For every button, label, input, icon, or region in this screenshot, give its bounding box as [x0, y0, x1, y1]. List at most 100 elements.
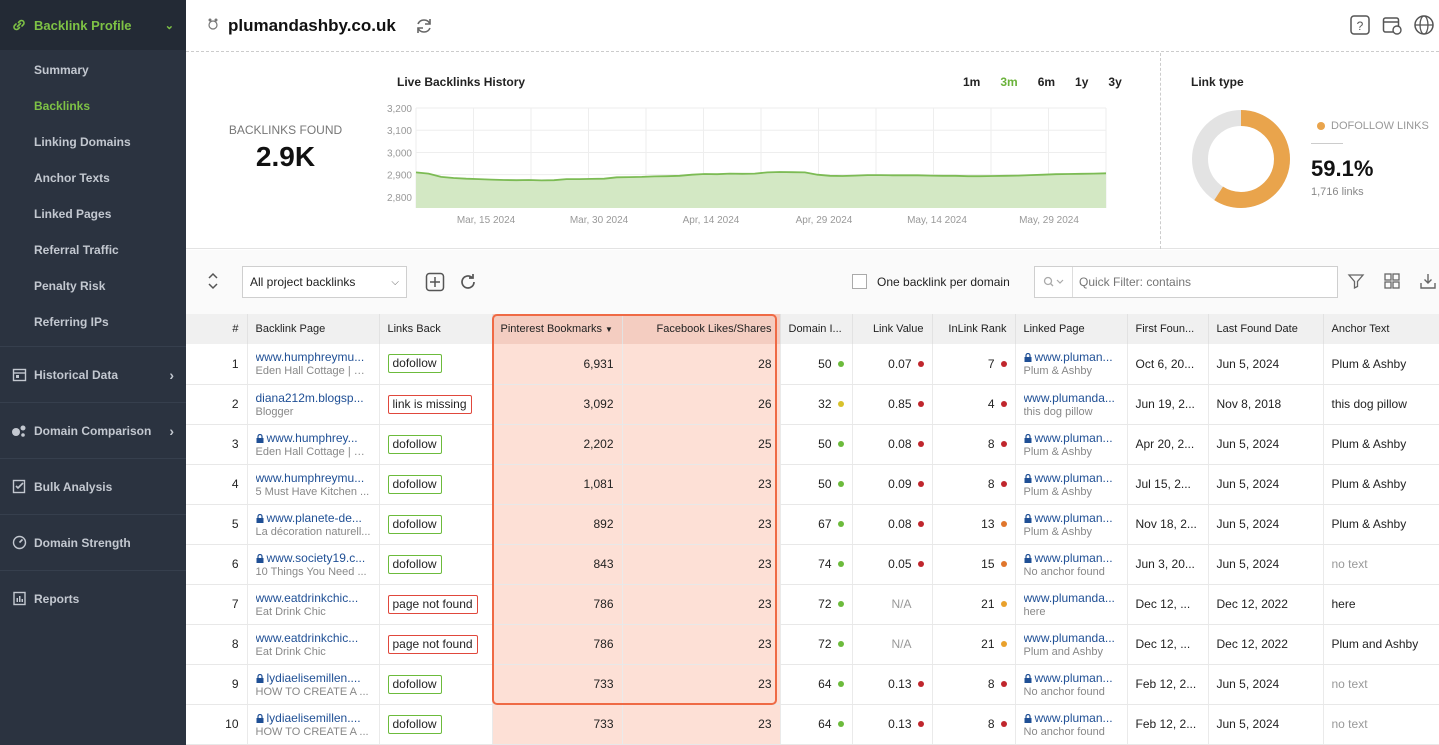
- backlink-page-link[interactable]: www.humphreymu...: [256, 350, 371, 364]
- cell-domain-inlink: 50: [780, 344, 853, 385]
- column-header-last-found[interactable]: Last Found Date: [1208, 314, 1324, 344]
- sidebar-group-bulk-analysis[interactable]: Bulk Analysis: [0, 458, 186, 514]
- linked-page-link[interactable]: www.pluman...: [1024, 431, 1119, 445]
- schedule-icon[interactable]: [1381, 14, 1403, 39]
- backlink-filter-select[interactable]: All project backlinks ⌵: [242, 266, 407, 298]
- column-header-backlink-page[interactable]: Backlink Page: [247, 314, 380, 344]
- backlink-page-link[interactable]: lydiaelisemillen....: [256, 711, 371, 725]
- backlinks-table: # Backlink Page Links Back Pinterest Boo…: [186, 314, 1439, 745]
- help-icon[interactable]: ?: [1349, 14, 1371, 39]
- sidebar-item-referring-ips[interactable]: Referring IPs: [0, 304, 186, 340]
- link-value: 0.85: [888, 397, 912, 411]
- sidebar-group-domain-strength[interactable]: Domain Strength: [0, 514, 186, 570]
- search-icon[interactable]: [1035, 267, 1073, 297]
- range-1y[interactable]: 1y: [1075, 75, 1088, 89]
- column-header-linked-page[interactable]: Linked Page: [1015, 314, 1128, 344]
- table-row[interactable]: 5 www.planete-de... La décoration naturell…: [186, 504, 1439, 545]
- link-value: 0.13: [888, 677, 912, 691]
- cell-facebook-likes: 23: [622, 504, 781, 545]
- sidebar-item-summary[interactable]: Summary: [0, 52, 186, 88]
- table-row[interactable]: 1 www.humphreymu... Eden Hall Cottage | N.…: [186, 344, 1439, 385]
- cell-link-value: 0.85: [852, 384, 933, 425]
- refresh-icon[interactable]: [414, 16, 434, 36]
- sidebar-group-historical-data[interactable]: Historical Data ›: [0, 346, 186, 402]
- linked-page-link[interactable]: www.pluman...: [1024, 671, 1119, 685]
- table-row[interactable]: 3 www.humphrey... Eden Hall Cottage | N...…: [186, 424, 1439, 465]
- inlink-rank-value: 8: [987, 717, 995, 731]
- linked-page-link[interactable]: www.pluman...: [1024, 471, 1119, 485]
- globe-icon[interactable]: [1413, 14, 1435, 39]
- cell-facebook-likes: 25: [622, 424, 781, 465]
- linked-page-link[interactable]: www.pluman...: [1024, 511, 1119, 525]
- column-header-pinterest-bookmarks[interactable]: Pinterest Bookmarks ▼: [492, 314, 623, 344]
- sidebar-item-linking-domains[interactable]: Linking Domains: [0, 124, 186, 160]
- column-header-index[interactable]: #: [186, 314, 248, 344]
- column-header-facebook-likes[interactable]: Facebook Likes/Shares: [622, 314, 781, 344]
- sidebar-group-reports[interactable]: Reports: [0, 570, 186, 626]
- cell-domain-inlink: 72: [780, 624, 853, 665]
- backlinks-found-widget: BACKLINKS FOUND 2.9K: [228, 123, 343, 173]
- column-header-link-value[interactable]: Link Value: [852, 314, 933, 344]
- backlink-page-link[interactable]: www.eatdrinkchic...: [256, 591, 371, 605]
- sidebar-item-referral-traffic[interactable]: Referral Traffic: [0, 232, 186, 268]
- range-6m[interactable]: 6m: [1038, 75, 1055, 89]
- y-tick-label: 3,000: [387, 148, 412, 159]
- checkbox[interactable]: [852, 274, 867, 289]
- column-header-first-found[interactable]: First Foun...: [1127, 314, 1209, 344]
- stats-panel: BACKLINKS FOUND 2.9K Live Backlinks Hist…: [186, 53, 1439, 249]
- grid-view-icon[interactable]: [1383, 272, 1401, 293]
- linked-page-link[interactable]: www.pluman...: [1024, 350, 1119, 364]
- backlink-page-link[interactable]: diana212m.blogsp...: [256, 391, 371, 405]
- column-header-links-back[interactable]: Links Back: [379, 314, 493, 344]
- table-row[interactable]: 10 lydiaelisemillen.... HOW TO CREATE A ..…: [186, 704, 1439, 745]
- sidebar-header-backlink-profile[interactable]: Backlink Profile ⌄: [0, 0, 186, 50]
- table-row[interactable]: 6 www.society19.c... 10 Things You Need ..…: [186, 544, 1439, 585]
- cell-anchor-text: Plum and Ashby: [1323, 624, 1439, 665]
- domain-inlink-value: 64: [818, 677, 832, 691]
- linked-page-link[interactable]: www.plumanda...: [1024, 631, 1119, 645]
- status-dot: [918, 601, 924, 607]
- backlink-page-link[interactable]: lydiaelisemillen....: [256, 671, 371, 685]
- sidebar-item-penalty-risk[interactable]: Penalty Risk: [0, 268, 186, 304]
- column-header-domain-inlink[interactable]: Domain I...: [780, 314, 853, 344]
- linked-page-link[interactable]: www.pluman...: [1024, 711, 1119, 725]
- add-icon[interactable]: [425, 272, 445, 295]
- sidebar-item-anchor-texts[interactable]: Anchor Texts: [0, 160, 186, 196]
- linked-page-link[interactable]: www.plumanda...: [1024, 591, 1119, 605]
- table-row[interactable]: 9 lydiaelisemillen.... HOW TO CREATE A ...…: [186, 664, 1439, 705]
- export-icon[interactable]: [1419, 272, 1437, 293]
- quick-filter-input[interactable]: [1079, 275, 1329, 289]
- linked-url: www.plumanda...: [1023, 590, 1115, 605]
- y-tick-label: 3,200: [387, 104, 412, 115]
- backlink-page-link[interactable]: www.humphreymu...: [256, 471, 371, 485]
- range-1m[interactable]: 1m: [963, 75, 980, 89]
- sidebar-item-backlinks[interactable]: Backlinks: [0, 88, 186, 124]
- table-row[interactable]: 8 www.eatdrinkchic... Eat Drink Chic page n…: [186, 624, 1439, 665]
- expand-collapse-icon[interactable]: [206, 270, 220, 295]
- table-row[interactable]: 4 www.humphreymu... 5 Must Have Kitchen ..…: [186, 464, 1439, 505]
- reload-icon[interactable]: [458, 272, 478, 295]
- backlink-page-link[interactable]: www.eatdrinkchic...: [256, 631, 371, 645]
- linked-page-link[interactable]: www.plumanda...: [1024, 391, 1119, 405]
- backlink-page-link[interactable]: www.planete-de...: [256, 511, 371, 525]
- backlink-page-link[interactable]: www.society19.c...: [256, 551, 371, 565]
- column-header-anchor-text[interactable]: Anchor Text: [1323, 314, 1439, 344]
- legend-label: DOFOLLOW LINKS: [1331, 120, 1429, 132]
- cell-domain-inlink: 74: [780, 544, 853, 585]
- linked-url: www.pluman...: [1034, 470, 1113, 485]
- sidebar-group-domain-comparison[interactable]: Domain Comparison ›: [0, 402, 186, 458]
- backlink-page-link[interactable]: www.humphrey...: [256, 431, 371, 445]
- filter-icon[interactable]: [1347, 272, 1365, 293]
- linked-url: www.pluman...: [1034, 350, 1113, 365]
- one-backlink-per-domain[interactable]: One backlink per domain: [852, 274, 1010, 289]
- linked-url: www.pluman...: [1034, 510, 1113, 525]
- table-row[interactable]: 2 diana212m.blogsp... Blogger link is missi…: [186, 384, 1439, 425]
- linked-page-link[interactable]: www.pluman...: [1024, 551, 1119, 565]
- cell-linked-page: www.plumanda... here: [1015, 584, 1128, 625]
- table-row[interactable]: 7 www.eatdrinkchic... Eat Drink Chic page n…: [186, 584, 1439, 625]
- column-header-inlink-rank[interactable]: InLink Rank: [932, 314, 1016, 344]
- range-3m[interactable]: 3m: [1000, 75, 1017, 89]
- range-3y[interactable]: 3y: [1108, 75, 1121, 89]
- backlink-url: www.eatdrinkchic...: [255, 590, 359, 605]
- sidebar-item-linked-pages[interactable]: Linked Pages: [0, 196, 186, 232]
